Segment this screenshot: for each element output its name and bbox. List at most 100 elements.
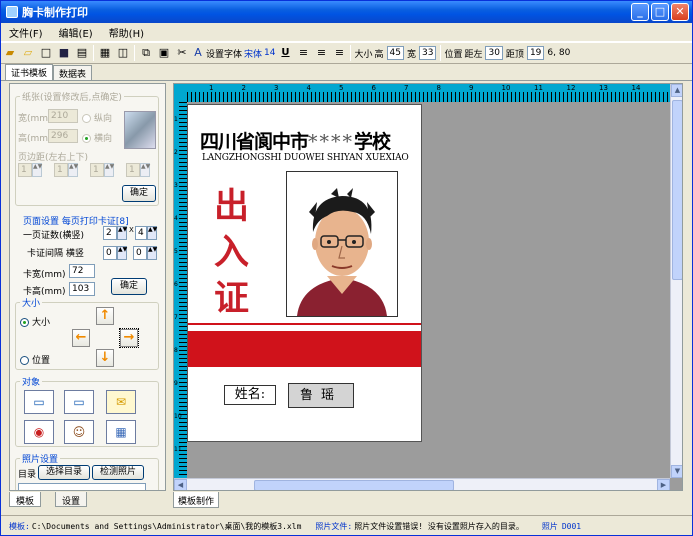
per-page-h-spin[interactable]: ▲▼ [117, 226, 127, 240]
arrow-left-icon[interactable]: ← [72, 329, 90, 347]
underline-button[interactable]: U [277, 45, 293, 61]
scroll-down-icon[interactable]: ▼ [671, 465, 682, 478]
school-english-name[interactable]: LANGZHONGSHI DUOWEI SHIYAN XUEXIAO [202, 153, 409, 163]
insert-photo-icon[interactable]: ☺ [64, 420, 94, 444]
new-folder-icon[interactable]: ▰ [2, 45, 18, 61]
per-page-v-spin[interactable]: ▲▼ [147, 226, 157, 240]
student-photo-image [287, 172, 397, 316]
status-photo-id: D001 [561, 521, 582, 531]
card-height-input[interactable]: 103 [69, 282, 95, 296]
gap-h-spin[interactable]: ▲▼ [117, 246, 127, 260]
student-photo[interactable] [286, 171, 398, 317]
horizontal-scrollbar[interactable]: ◀ ▶ [174, 478, 670, 490]
align-right-icon[interactable]: ≡ [331, 45, 347, 61]
arrow-up-icon[interactable]: ↑ [96, 307, 114, 325]
card-char-2[interactable]: 入 [214, 233, 249, 273]
font-name[interactable]: 宋体 [244, 47, 262, 60]
portrait-radio-circle[interactable] [82, 114, 91, 123]
copy-icon[interactable]: ⧉ [138, 45, 154, 61]
title-bar[interactable]: 胸卡制作打印 _ □ ✕ [1, 1, 692, 23]
insert-image-icon[interactable]: ▦ [106, 420, 136, 444]
paper-ok-button[interactable]: 确定 [122, 185, 156, 202]
landscape-radio[interactable]: 横向 [82, 131, 112, 144]
scroll-right-icon[interactable]: ▶ [657, 479, 670, 490]
position-radio[interactable]: 位置 [20, 353, 50, 366]
tab-template-design[interactable]: 模板制作 [173, 492, 220, 508]
arrow-down-icon[interactable]: ↓ [96, 349, 114, 367]
margin-left-spin[interactable]: ▲▼ [32, 163, 42, 177]
paper-height-input[interactable]: 296 [48, 129, 78, 143]
align-center-icon[interactable]: ≡ [313, 45, 329, 61]
scroll-up-icon[interactable]: ▲ [671, 84, 682, 97]
vertical-scroll-thumb[interactable] [672, 100, 682, 280]
name-label[interactable]: 姓名: [224, 385, 276, 405]
check-photo-button[interactable]: 检测照片 [92, 465, 144, 480]
width-input[interactable]: 33 [418, 46, 437, 60]
scroll-left-icon[interactable]: ◀ [174, 479, 187, 490]
maximize-button[interactable]: □ [651, 3, 669, 21]
select-directory-button[interactable]: 选择目录 [38, 465, 90, 480]
tab-template[interactable]: 模板 [9, 492, 42, 507]
position-radio-circle[interactable] [20, 356, 29, 365]
print-icon[interactable]: ▦ [97, 45, 113, 61]
gap-label: 卡证间隔 横竖 [27, 249, 84, 259]
margin-right-spin[interactable]: ▲▼ [68, 163, 78, 177]
card-width-input[interactable]: 72 [69, 264, 95, 278]
menu-file[interactable]: 文件(F) [1, 25, 51, 40]
horizontal-scroll-thumb[interactable] [254, 480, 454, 490]
card-ok-button[interactable]: 确定 [111, 278, 147, 295]
height-label: 高 [374, 49, 384, 60]
card-char-3[interactable]: 证 [214, 279, 249, 319]
insert-field-icon[interactable]: ▭ [64, 390, 94, 414]
left-input[interactable]: 30 [485, 46, 503, 60]
arrow-right-icon[interactable]: → [119, 328, 139, 348]
gap-v-spin[interactable]: ▲▼ [147, 246, 157, 260]
margin-bottom-spin[interactable]: ▲▼ [140, 163, 150, 177]
font-size[interactable]: 14 [264, 48, 275, 58]
print-preview-icon[interactable]: ◫ [115, 45, 131, 61]
paste-icon[interactable]: ▣ [156, 45, 172, 61]
insert-seal-icon[interactable]: ◉ [24, 420, 54, 444]
tab-data-table[interactable]: 数据表 [53, 65, 93, 80]
margin-right-input[interactable]: 1 [54, 163, 68, 177]
photo-directory-input[interactable] [18, 483, 146, 490]
gap-v-input[interactable]: 0 [133, 246, 147, 260]
vertical-scrollbar[interactable]: ▲ ▼ [670, 84, 682, 478]
tab-certificate-template[interactable]: 证书模板 [5, 64, 54, 80]
font-icon[interactable]: A [192, 45, 204, 61]
per-page-h-input[interactable]: 2 [103, 226, 117, 240]
margin-top-spin[interactable]: ▲▼ [104, 163, 114, 177]
id-card-preview[interactable]: 四川省阆中市****学校 LANGZHONGSHI DUOWEI SHIYAN … [187, 104, 422, 442]
name-value[interactable]: 鲁瑶 [288, 383, 354, 408]
insert-text-icon[interactable]: ▭ [24, 390, 54, 414]
height-input[interactable]: 45 [386, 46, 404, 60]
set-font-button[interactable]: 设置字体 [206, 47, 242, 60]
margin-top-input[interactable]: 1 [90, 163, 104, 177]
gap-h-input[interactable]: 0 [103, 246, 117, 260]
tab-settings[interactable]: 设置 [55, 492, 88, 507]
menu-help[interactable]: 帮助(H) [101, 25, 152, 40]
cut-icon[interactable]: ✂ [174, 45, 190, 61]
top-input[interactable]: 19 [526, 46, 545, 60]
margin-bottom-input[interactable]: 1 [126, 163, 140, 177]
paper-width-input[interactable]: 210 [48, 109, 78, 123]
card-char-1[interactable]: 出 [214, 187, 249, 227]
school-name[interactable]: 四川省阆中市****学校 [200, 127, 391, 154]
open-folder-icon[interactable]: ▱ [20, 45, 36, 61]
margin-left-input[interactable]: 1 [18, 163, 32, 177]
minimize-button[interactable]: _ [631, 3, 649, 21]
per-page-v-input[interactable]: 4 [135, 226, 147, 240]
ruler-h-label: 11 [534, 84, 543, 92]
landscape-radio-circle[interactable] [82, 134, 91, 143]
size-radio[interactable]: 大小 [20, 315, 50, 328]
new-file-icon[interactable]: □ [38, 45, 54, 61]
save-icon[interactable]: ■ [56, 45, 72, 61]
save-as-icon[interactable]: ▤ [74, 45, 90, 61]
align-left-icon[interactable]: ≡ [295, 45, 311, 61]
ruler-v-label: 11 [174, 446, 182, 453]
menu-edit[interactable]: 编辑(E) [51, 25, 101, 40]
close-button[interactable]: ✕ [671, 3, 689, 21]
size-radio-circle[interactable] [20, 318, 29, 327]
portrait-radio[interactable]: 纵向 [82, 111, 112, 124]
insert-envelope-icon[interactable]: ✉ [106, 390, 136, 414]
